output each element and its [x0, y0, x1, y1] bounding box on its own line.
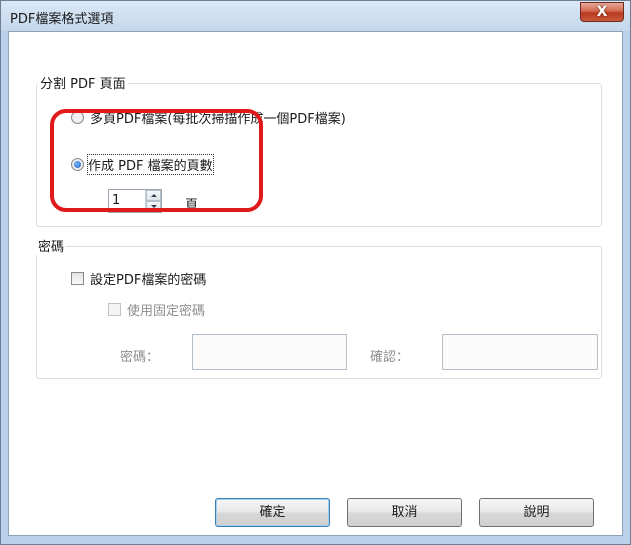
highlight-annotation	[50, 109, 263, 212]
dialog-window: PDF檔案格式選項 X 分割 PDF 頁面 多頁PDF檔案(每批次掃描作成一個P…	[0, 0, 631, 545]
cancel-button[interactable]: 取消	[347, 498, 462, 527]
title-bar[interactable]: PDF檔案格式選項 X	[1, 1, 630, 31]
set-password-label[interactable]: 設定PDF檔案的密碼	[90, 269, 206, 288]
password-field-label: 密碼：	[120, 350, 160, 365]
password-group-label: 密碼	[36, 236, 67, 255]
fixed-password-label[interactable]: 使用固定密碼	[127, 300, 205, 319]
confirm-password-input[interactable]	[442, 334, 598, 370]
split-pdf-group-label: 分割 PDF 頁面	[38, 73, 128, 92]
ok-button[interactable]: 確定	[215, 498, 330, 527]
close-button[interactable]: X	[580, 2, 624, 22]
close-icon: X	[596, 4, 608, 20]
dialog-content: 分割 PDF 頁面 多頁PDF檔案(每批次掃描作成一個PDF檔案) 作成 PDF…	[8, 31, 623, 536]
confirm-field-label: 確認：	[370, 350, 410, 365]
help-button[interactable]: 說明	[479, 498, 594, 527]
set-password-checkbox[interactable]	[71, 272, 84, 285]
window-title: PDF檔案格式選項	[10, 12, 114, 27]
password-input[interactable]	[192, 334, 347, 370]
fixed-password-checkbox[interactable]	[108, 303, 121, 316]
